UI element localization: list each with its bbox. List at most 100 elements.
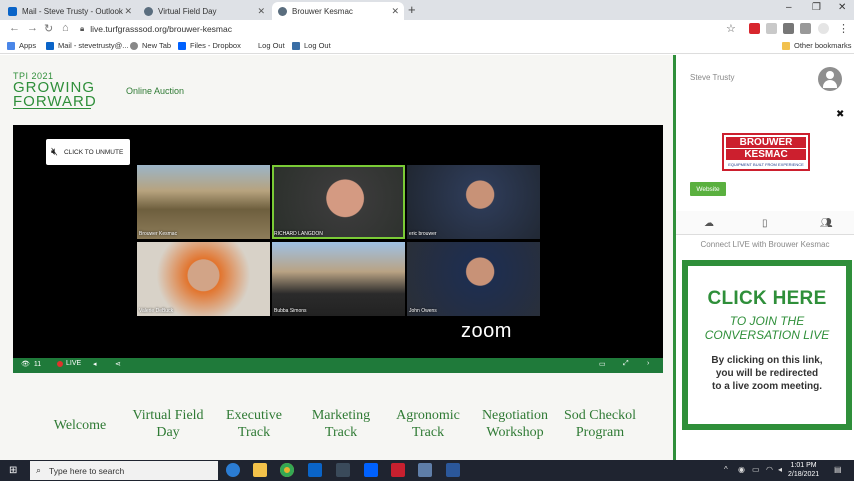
notifications-icon[interactable]: ▤	[834, 465, 842, 474]
participant-tile: Bubba Simons	[272, 242, 405, 316]
volume-icon[interactable]: ◂	[778, 465, 782, 474]
app-icon[interactable]	[418, 463, 432, 477]
close-icon[interactable]: ✕	[391, 6, 399, 17]
menu-icon[interactable]: ⋮	[838, 22, 849, 35]
nav-negotiation-workshop[interactable]: Negotiation Workshop	[472, 407, 558, 441]
globe-icon	[130, 41, 138, 50]
nav-executive-track[interactable]: Executive Track	[214, 407, 294, 441]
participant-tile: Valerie DeBuck	[137, 242, 270, 316]
tab-title: Virtual Field Day	[158, 6, 217, 16]
wifi-icon[interactable]: ◠	[766, 465, 773, 474]
participant-tile: eric brouwer	[407, 165, 540, 239]
reload-icon[interactable]: ↻	[44, 22, 53, 35]
volume-icon[interactable]: ◂	[93, 360, 97, 368]
nav-label: Negotiation	[481, 408, 549, 423]
nav-label: Sod Checkol	[564, 408, 636, 423]
tray-icon[interactable]: ◉	[738, 465, 745, 474]
tab-outlook[interactable]: Mail - Steve Trusty - Outlook ✕	[2, 2, 137, 20]
close-icon[interactable]: ✕	[124, 6, 132, 17]
logo-line3: FORWARD	[13, 93, 97, 110]
battery-icon[interactable]: ▭	[752, 465, 760, 474]
file-explorer-icon[interactable]	[253, 463, 267, 477]
close-icon[interactable]: ✕	[257, 6, 265, 17]
avatar[interactable]	[818, 67, 842, 91]
participant-name: Valerie DeBuck	[139, 308, 174, 314]
participant-name: eric brouwer	[409, 231, 437, 237]
home-icon[interactable]: ⌂	[62, 22, 69, 34]
sponsor-logo[interactable]: BROUWER KESMAC EQUIPMENT BUILT FROM EXPE…	[722, 133, 810, 171]
forward-icon[interactable]: →	[27, 22, 38, 34]
close-icon[interactable]: ✖	[836, 109, 844, 120]
puzzle-icon[interactable]	[783, 23, 794, 34]
profile-icon[interactable]	[818, 23, 829, 34]
next-icon[interactable]: ›	[647, 360, 649, 367]
book-icon[interactable]: ▯	[762, 218, 768, 229]
join-conversation-banner[interactable]: CLICK HERE TO JOIN THE CONVERSATION LIVE…	[682, 260, 852, 430]
nav-sod-checkol-program[interactable]: Sod Checkol Program	[560, 407, 640, 441]
cta-body: By clicking on this link,	[711, 355, 823, 366]
bookmark-star-icon[interactable]: ☆	[726, 22, 736, 35]
globe-icon	[278, 6, 287, 16]
cta-body: you will be redirected	[715, 368, 819, 379]
nav-marketing-track[interactable]: Marketing Track	[300, 407, 382, 441]
search-icon: ⌕	[36, 465, 42, 475]
taskbar-search[interactable]: ⌕ Type here to search	[30, 461, 218, 480]
address-bar[interactable]: 🔒︎ live.turfgrasssod.org/brouwer-kesmac	[80, 22, 740, 36]
minimize-icon[interactable]: –	[786, 2, 792, 13]
sponsor-tagline: EQUIPMENT BUILT FROM EXPERIENCE	[728, 162, 804, 167]
word-icon[interactable]	[446, 463, 460, 477]
extension-icon[interactable]	[766, 23, 777, 34]
cta-headline: CLICK HERE	[707, 288, 827, 309]
nav-label: Program	[575, 425, 625, 440]
share-icon[interactable]: ⋖	[115, 360, 121, 368]
nav-label: Marketing	[311, 408, 371, 423]
outlook-icon[interactable]	[308, 463, 322, 477]
app-icon[interactable]	[336, 463, 350, 477]
close-window-icon[interactable]: ✕	[838, 2, 846, 13]
other-bookmarks[interactable]: Other bookmarks	[782, 41, 852, 50]
video-player[interactable]: 🔇︎ CLICK TO UNMUTE Brouwer Kesmac RICHAR…	[13, 125, 663, 373]
nav-virtual-field-day[interactable]: Virtual Field Day	[124, 407, 212, 441]
theater-mode-icon[interactable]: ▭	[599, 360, 606, 368]
participant-name: Bubba Simons	[274, 308, 307, 314]
dropbox-icon[interactable]	[364, 463, 378, 477]
tray-chevron-icon[interactable]: ^	[724, 465, 728, 474]
event-logo[interactable]: TPI 2021 GROWING FORWARD	[13, 71, 97, 109]
viewers-value: 11	[33, 360, 42, 368]
taskbar-clock[interactable]: 1:01 PM 2/18/2021	[788, 461, 819, 479]
chrome-icon[interactable]	[280, 463, 294, 477]
tab-title: Mail - Steve Trusty - Outlook	[22, 6, 123, 16]
unmute-button[interactable]: 🔇︎ CLICK TO UNMUTE	[46, 139, 130, 165]
screen: Mail - Steve Trusty - Outlook ✕ Virtual …	[0, 0, 854, 481]
bookmark-dropbox[interactable]: Files - Dropbox	[178, 41, 241, 50]
live-label: LIVE	[66, 360, 82, 367]
participant-name: Brouwer Kesmac	[139, 231, 178, 237]
bookmark-new-tab[interactable]: New Tab	[130, 41, 171, 50]
nav-agronomic-track[interactable]: Agronomic Track	[386, 407, 470, 441]
windows-start-icon[interactable]: ⊞	[9, 465, 17, 476]
bookmark-mail[interactable]: Mail - stevetrusty@...	[46, 41, 129, 50]
reading-list-icon[interactable]	[800, 23, 811, 34]
bookmark-logout[interactable]: Log Out	[258, 41, 285, 50]
bookmark-logout-2[interactable]: Log Out	[292, 41, 331, 50]
back-icon[interactable]: ←	[9, 22, 20, 34]
windows-taskbar: ⊞ ⌕ Type here to search ^ ◉ ▭ ◠ ◂ 1:01 P…	[0, 460, 854, 481]
live-dot-icon	[57, 360, 63, 367]
website-button[interactable]: Website	[690, 182, 726, 196]
new-tab-icon[interactable]: +	[408, 2, 416, 17]
fullscreen-icon[interactable]: ⤢	[623, 360, 629, 368]
edge-icon[interactable]	[226, 463, 240, 477]
lock-icon: 🔒︎	[80, 24, 85, 33]
cloud-icon[interactable]: ☁︎	[704, 218, 714, 229]
people-icon[interactable]: 👥︎	[820, 218, 833, 229]
participant-name: John Owens	[409, 308, 437, 314]
nav-label: Virtual Field	[132, 408, 204, 423]
tab-virtual-field-day[interactable]: Virtual Field Day ✕	[138, 2, 270, 20]
nav-label: Track	[237, 425, 271, 440]
bookmark-apps[interactable]: Apps	[7, 41, 36, 50]
nav-welcome[interactable]: Welcome	[40, 417, 120, 434]
maximize-icon[interactable]: ❐	[812, 2, 821, 13]
extension-icon[interactable]	[749, 23, 760, 34]
tab-brouwer-kesmac[interactable]: Brouwer Kesmac ✕	[272, 2, 404, 20]
app-icon[interactable]	[391, 463, 405, 477]
